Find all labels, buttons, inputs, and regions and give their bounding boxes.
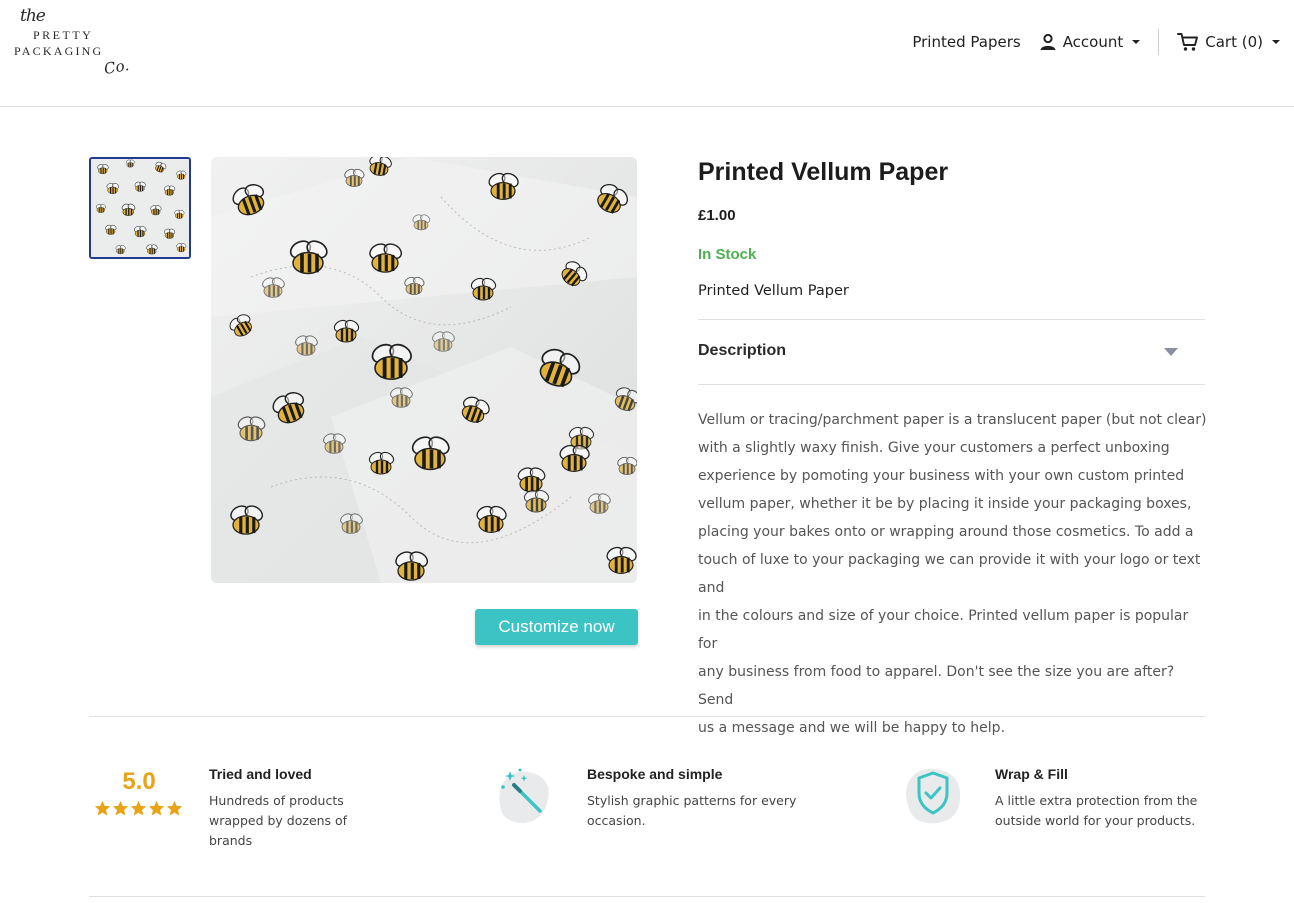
user-icon: [1040, 33, 1056, 50]
description-line: Vellum or tracing/parchment paper is a t…: [698, 412, 1207, 428]
feature-text-tried: Hundreds of products wrapped by dozens o…: [209, 791, 347, 851]
description-line: experience by pomoting your business wit…: [698, 468, 1185, 484]
account-label: Account: [1062, 33, 1124, 51]
logo-co-text: Co.: [102, 55, 131, 79]
description-toggle[interactable]: Description: [698, 320, 1205, 384]
feature-title-bespoke: Bespoke and simple: [587, 766, 723, 782]
rating-value: 5.0: [122, 768, 156, 795]
main-nav: Printed Papers Account Cart (0): [912, 29, 1280, 55]
feature-line: wrapped by dozens of: [209, 813, 348, 828]
feature-line: Stylish graphic patterns for every: [587, 793, 797, 808]
features-divider-bottom: [89, 896, 1205, 897]
description-label: Description: [698, 342, 787, 359]
feature-line: occasion.: [587, 813, 646, 828]
product-thumbnail[interactable]: [89, 157, 191, 259]
rating-stars: [94, 800, 183, 817]
product-description: Vellum or tracing/parchment paper is a t…: [698, 406, 1210, 742]
product-short-description: Printed Vellum Paper: [698, 283, 849, 299]
divider: [698, 384, 1205, 385]
site-header: the PRETTY PACKAGING Co. Printed Papers …: [0, 0, 1294, 107]
nav-printed-papers[interactable]: Printed Papers: [912, 33, 1020, 51]
product-main-image[interactable]: [211, 157, 637, 583]
description-line: in the colours and size of your choice. …: [698, 608, 1189, 652]
cart-icon: [1177, 33, 1199, 51]
star-icon: [166, 800, 183, 816]
feature-title-tried: Tried and loved: [209, 766, 312, 782]
logo-line-2: PACKAGING: [14, 44, 104, 58]
stock-status: In Stock: [698, 246, 757, 263]
description-line: placing your bakes onto or wrapping arou…: [698, 524, 1194, 540]
feature-line: Hundreds of products: [209, 793, 344, 808]
description-line: touch of luxe to your packaging we can p…: [698, 552, 1201, 596]
star-icon: [112, 800, 129, 816]
star-icon: [94, 800, 111, 816]
feature-line: brands: [209, 833, 253, 848]
magic-wand-icon: [499, 768, 549, 823]
chevron-down-icon: [1164, 348, 1178, 356]
bee-pattern-image: [211, 157, 637, 583]
description-line: vellum paper, whether it be by placing i…: [698, 496, 1192, 512]
description-line: any business from food to apparel. Don't…: [698, 664, 1175, 708]
chevron-down-icon: [1132, 40, 1141, 44]
brand-logo[interactable]: the PRETTY PACKAGING Co.: [12, 4, 132, 84]
account-dropdown[interactable]: Account: [1039, 33, 1141, 51]
logo-the-text: the: [20, 6, 46, 26]
description-line: with a slightly waxy finish. Give your c…: [698, 440, 1170, 456]
description-line: us a message and we will be happy to hel…: [698, 720, 1006, 736]
feature-line: outside world for your products.: [995, 813, 1196, 828]
product-price: £1.00: [698, 207, 736, 224]
feature-line: A little extra protection from the: [995, 793, 1198, 808]
chevron-down-icon: [1272, 40, 1280, 44]
features-divider-top: [89, 716, 1205, 717]
feature-title-wrap: Wrap & Fill: [995, 766, 1068, 782]
star-icon: [148, 800, 165, 816]
star-icon: [130, 800, 147, 816]
cart-dropdown[interactable]: Cart (0): [1177, 32, 1280, 52]
product-title: Printed Vellum Paper: [698, 158, 949, 186]
logo-line-1: PRETTY: [33, 28, 94, 42]
shield-check-icon: [906, 768, 960, 824]
thumbnail-image: [91, 159, 189, 257]
customize-now-button[interactable]: Customize now: [475, 609, 638, 645]
feature-text-wrap: A little extra protection from the outsi…: [995, 791, 1197, 831]
cart-label: Cart (0): [1205, 33, 1263, 51]
feature-text-bespoke: Stylish graphic patterns for every occas…: [587, 791, 796, 831]
nav-divider: [1158, 29, 1160, 55]
